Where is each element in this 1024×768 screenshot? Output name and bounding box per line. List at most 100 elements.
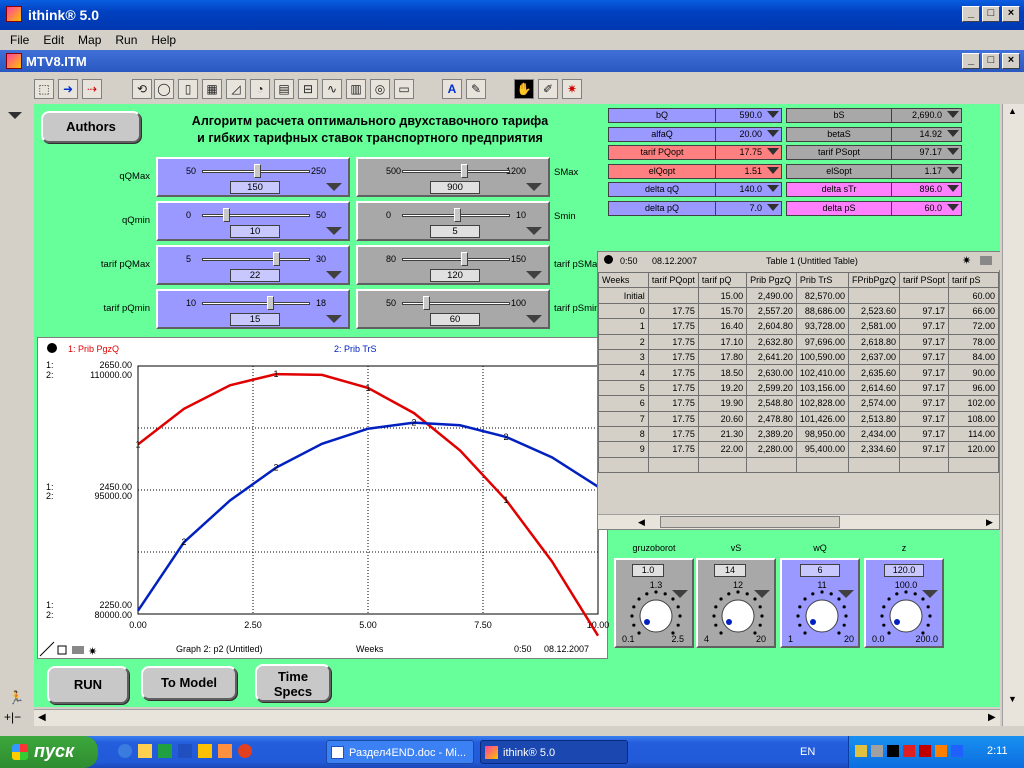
slider-dropdown-icon[interactable] — [326, 271, 342, 279]
app-title-bar[interactable]: ithink® 5.0 _ □ × — [0, 0, 1024, 30]
tray-antivirus-icon[interactable] — [903, 745, 915, 757]
numeric-dropdown-icon[interactable] — [947, 111, 959, 118]
table-panel[interactable]: 0:50 08.12.2007 Table 1 (Untitled Table)… — [597, 251, 1001, 530]
picture-tool-icon[interactable]: ✎ — [466, 79, 486, 99]
slider-dropdown-icon[interactable] — [526, 271, 542, 279]
paintbrush-icon[interactable]: ✐ — [538, 79, 558, 99]
numeric-display-icon[interactable]: ▯ — [178, 79, 198, 99]
slider-tarif-psmin[interactable]: 50 100 60 — [356, 289, 550, 329]
slider-track[interactable] — [402, 258, 510, 261]
graph-pad-icon[interactable]: ▦ — [202, 79, 222, 99]
time-specs-button[interactable]: Time Specs — [255, 664, 331, 702]
menu-edit[interactable]: Edit — [43, 33, 64, 47]
numeric-dropdown-icon[interactable] — [947, 129, 959, 137]
media-player-icon[interactable] — [238, 744, 252, 758]
task-word-doc[interactable]: Раздел4END.doc - Mi... — [326, 740, 474, 764]
slider-value[interactable]: 150 — [230, 181, 280, 194]
slider-tarif-pqmax[interactable]: 5 30 22 — [156, 245, 350, 285]
doc-close-button[interactable]: × — [1002, 53, 1020, 69]
slider-thumb[interactable] — [461, 164, 468, 178]
slider-thumb[interactable] — [254, 164, 261, 178]
numeric-display-elsopt[interactable]: elSopt 1.17 — [786, 163, 962, 179]
slider-smax[interactable]: 500 1200 900 — [356, 157, 550, 197]
slider-dropdown-icon[interactable] — [326, 183, 342, 191]
close-button[interactable]: × — [1002, 6, 1020, 22]
numeric-dropdown-icon[interactable] — [947, 148, 959, 155]
graph-panel[interactable]: 1: Prib PgzQ 2: Prib TrS 1: 2: 2650.00 1… — [37, 337, 609, 659]
ithink-launch-icon[interactable] — [198, 744, 212, 758]
graph-dynamite-icon[interactable]: ✷ — [88, 646, 97, 658]
word-icon[interactable] — [178, 744, 192, 758]
graph-icon[interactable]: ◿ — [226, 79, 246, 99]
slider-dropdown-icon[interactable] — [526, 183, 542, 191]
slider-dropdown-icon[interactable] — [326, 227, 342, 235]
knob-vs[interactable]: 14 12 4 20 — [696, 558, 776, 648]
tray-volume-icon[interactable] — [871, 745, 883, 757]
stock-icon[interactable]: ⟲ — [132, 79, 152, 99]
table-scroll-left[interactable]: ◀ — [638, 517, 645, 528]
knob-wq[interactable]: 6 11 1 20 — [780, 558, 860, 648]
slider-thumb[interactable] — [223, 208, 230, 222]
numeric-display-delta-pq[interactable]: delta pQ 7.0 — [608, 200, 782, 216]
run-button[interactable]: RUN — [47, 666, 129, 704]
document-title-bar[interactable]: MTV8.ITM _ □ × — [0, 50, 1024, 72]
dynamite-icon[interactable]: ✷ — [562, 79, 582, 99]
table-dynamite-icon[interactable]: ✷ — [962, 254, 971, 267]
numeric-dropdown-icon[interactable] — [947, 166, 959, 174]
slider-track[interactable] — [402, 170, 510, 173]
slider-thumb[interactable] — [267, 296, 274, 310]
menu-run[interactable]: Run — [115, 33, 137, 47]
numeric-display-tarif-pqopt[interactable]: tarif PQopt 17.75 — [608, 145, 782, 160]
slider-dropdown-icon[interactable] — [326, 315, 342, 323]
numeric-display-delta-qq[interactable]: delta qQ 140.0 — [608, 182, 782, 197]
canvas-scroll-down[interactable]: ▼ — [1008, 694, 1017, 704]
task-ithink[interactable]: ithink® 5.0 — [480, 740, 628, 764]
menu-map[interactable]: Map — [78, 33, 101, 47]
zoom-plus-minus-icon[interactable]: +|− — [4, 710, 21, 724]
menu-help[interactable]: Help — [151, 33, 176, 47]
slider-dropdown-icon[interactable] — [526, 315, 542, 323]
table-hscrollbar[interactable]: ◀ ▶ — [598, 514, 999, 529]
authors-button[interactable]: Authors — [41, 111, 141, 143]
numeric-display-alfaq[interactable]: alfaQ 20.00 — [608, 126, 782, 142]
tray-app-icon[interactable] — [887, 745, 899, 757]
table-pin-icon[interactable] — [604, 255, 613, 264]
numeric-display-elqopt[interactable]: elQopt 1.51 — [608, 163, 782, 179]
numeric-display-delta-str[interactable]: delta sTr 896.0 — [786, 182, 962, 197]
excel-icon[interactable] — [158, 744, 172, 758]
start-button[interactable]: пуск — [0, 736, 98, 768]
bar-graph-icon[interactable]: ▥ — [346, 79, 366, 99]
to-model-button[interactable]: To Model — [141, 666, 237, 700]
slider-thumb[interactable] — [454, 208, 461, 222]
table-scroll-right[interactable]: ▶ — [986, 517, 993, 528]
minimize-button[interactable]: _ — [962, 6, 980, 22]
doc-restore-button[interactable]: □ — [982, 53, 1000, 69]
graph-pen-icon[interactable] — [39, 641, 55, 657]
numeric-dropdown-icon[interactable] — [767, 166, 779, 174]
slider-qqmax[interactable]: 50 250 150 — [156, 157, 350, 197]
converter-icon[interactable]: ◯ — [154, 79, 174, 99]
numeric-dropdown-icon[interactable] — [767, 148, 779, 155]
slider-thumb[interactable] — [273, 252, 280, 266]
slider-value[interactable]: 120 — [430, 269, 480, 282]
tray-player-icon[interactable] — [951, 745, 963, 757]
maximize-button[interactable]: □ — [982, 6, 1000, 22]
text-tool-icon[interactable]: A — [442, 79, 462, 99]
slider-thumb[interactable] — [461, 252, 468, 266]
slider-qqmin[interactable]: 0 50 10 — [156, 201, 350, 241]
graph-print-icon[interactable] — [72, 646, 84, 654]
canvas-scroll-right[interactable]: ▶ — [988, 712, 996, 723]
slider-thumb[interactable] — [423, 296, 430, 310]
slider-dropdown-icon[interactable] — [526, 227, 542, 235]
knob-gruzoborot[interactable]: 1.0 1.3 0.1 2.5 — [614, 558, 694, 648]
numeric-dropdown-icon[interactable] — [947, 185, 959, 192]
tray-network-icon[interactable] — [855, 745, 867, 757]
tray-shield-icon[interactable] — [919, 745, 931, 757]
line-graph-icon[interactable]: ∿ — [322, 79, 342, 99]
numeric-display-betas[interactable]: betaS 14.92 — [786, 126, 962, 142]
hand-tool-icon[interactable]: ✋ — [514, 79, 534, 99]
slider-value[interactable]: 22 — [230, 269, 280, 282]
language-indicator[interactable]: EN — [800, 746, 815, 758]
map-mode-icon[interactable]: ⬚ — [34, 79, 54, 99]
slider-icon[interactable]: ⊟ — [298, 79, 318, 99]
